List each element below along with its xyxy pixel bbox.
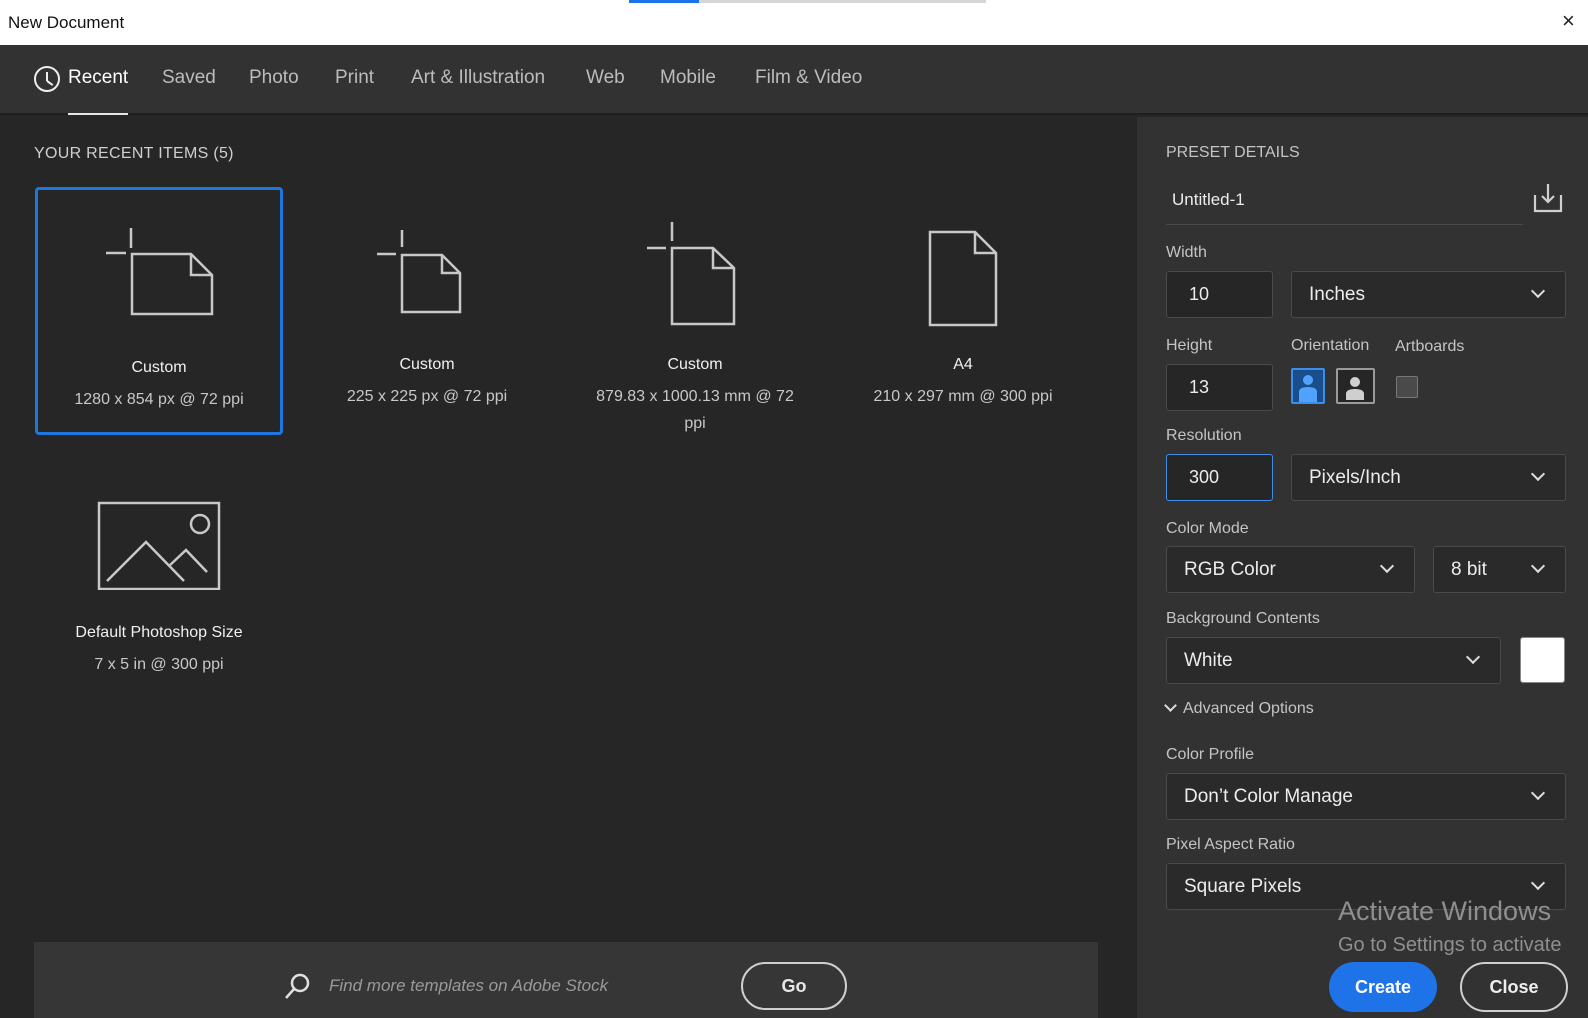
chevron-down-icon <box>1530 466 1546 482</box>
window-close-button[interactable]: × <box>1562 10 1575 32</box>
tab-mobile[interactable]: Mobile <box>660 67 716 115</box>
tab-film-video[interactable]: Film & Video <box>755 67 862 115</box>
artboards-checkbox[interactable] <box>1396 376 1418 398</box>
chevron-down-icon <box>1530 558 1546 574</box>
chevron-down-icon <box>1164 699 1177 712</box>
stock-search-bar: Find more templates on Adobe Stock Go <box>34 942 1098 1018</box>
color-profile-select[interactable]: Don’t Color Manage <box>1166 773 1566 820</box>
tab-print[interactable]: Print <box>335 67 374 115</box>
tab-art-illustration[interactable]: Art & Illustration <box>411 67 545 115</box>
orientation-label: Orientation <box>1291 337 1370 354</box>
title-bar: New Document × <box>0 0 1588 45</box>
tab-saved[interactable]: Saved <box>162 67 216 115</box>
color-mode-select[interactable]: RGB Color <box>1166 546 1415 593</box>
recent-item-dims: 225 x 225 px @ 72 ppi <box>346 388 508 405</box>
width-unit-select[interactable]: Inches <box>1291 271 1566 318</box>
recent-item-card[interactable]: Custom 1280 x 854 px @ 72 ppi <box>35 187 283 435</box>
height-label: Height <box>1166 337 1213 354</box>
landscape-person-icon <box>1346 377 1364 400</box>
activate-windows-hint: Go to Settings to activate <box>1338 934 1562 956</box>
recent-item-card[interactable]: Default Photoshop Size 7 x 5 in @ 300 pp… <box>35 455 283 703</box>
width-unit-value: Inches <box>1309 284 1365 305</box>
recent-items-title: YOUR RECENT ITEMS <box>34 145 209 162</box>
bit-depth-value: 8 bit <box>1451 559 1487 580</box>
category-tabs: Recent Saved Photo Print Art & Illustrat… <box>0 45 1588 115</box>
chevron-down-icon <box>1530 875 1546 891</box>
recent-item-dims: 879.83 x 1000.13 mm @ 72 ppi <box>596 388 794 432</box>
preset-details-heading: PRESET DETAILS <box>1166 144 1300 161</box>
clock-icon <box>34 66 60 92</box>
recent-item-dims: 210 x 297 mm @ 300 ppi <box>873 388 1053 405</box>
recent-items-count: (5) <box>213 145 234 162</box>
tab-web[interactable]: Web <box>586 67 625 115</box>
chevron-down-icon <box>1530 283 1546 299</box>
window-title: New Document <box>8 13 125 32</box>
custom-square-doc-icon <box>377 230 462 314</box>
create-button[interactable]: Create <box>1329 962 1437 1012</box>
stock-search-input[interactable]: Find more templates on Adobe Stock <box>329 976 608 996</box>
pixel-aspect-ratio-value: Square Pixels <box>1184 876 1302 897</box>
bit-depth-select[interactable]: 8 bit <box>1433 546 1566 593</box>
taskbar-active-indicator <box>629 0 699 3</box>
color-mode-label: Color Mode <box>1166 520 1249 537</box>
advanced-options-toggle[interactable]: Advanced Options <box>1164 699 1314 718</box>
height-input[interactable]: 13 <box>1166 364 1273 411</box>
recent-item-name: A4 <box>953 356 973 373</box>
recent-item-name: Default Photoshop Size <box>75 624 243 641</box>
go-button[interactable]: Go <box>741 962 847 1010</box>
color-profile-value: Don’t Color Manage <box>1184 786 1353 807</box>
recent-items-heading: YOUR RECENT ITEMS (5) <box>34 145 234 163</box>
preset-name-field[interactable]: Untitled-1 <box>1166 182 1523 225</box>
color-mode-value: RGB Color <box>1184 559 1276 580</box>
custom-portrait-doc-icon <box>647 222 736 326</box>
artboards-label: Artboards <box>1395 338 1465 355</box>
recent-item-name: Custom <box>667 356 723 373</box>
chevron-down-icon <box>1465 649 1481 665</box>
portrait-person-icon <box>1299 375 1317 402</box>
preset-details-panel: PRESET DETAILS Untitled-1 Width 10 Inche… <box>1137 117 1588 1018</box>
width-label: Width <box>1166 244 1207 261</box>
recent-item-dims: 7 x 5 in @ 300 ppi <box>94 656 224 673</box>
tab-photo[interactable]: Photo <box>249 67 299 115</box>
advanced-options-label: Advanced Options <box>1183 700 1314 717</box>
chevron-down-icon <box>1379 558 1395 574</box>
custom-landscape-doc-icon <box>106 228 214 316</box>
recent-item-card[interactable]: A4 210 x 297 mm @ 300 ppi <box>839 187 1087 435</box>
taskbar-strip <box>699 0 986 3</box>
save-preset-icon[interactable] <box>1533 183 1563 213</box>
recent-item-dims: 1280 x 854 px @ 72 ppi <box>74 391 244 408</box>
portrait-orientation-button[interactable] <box>1291 368 1325 404</box>
chevron-down-icon <box>1530 785 1546 801</box>
recent-item-card[interactable]: Custom 879.83 x 1000.13 mm @ 72 ppi <box>571 187 819 435</box>
color-profile-label: Color Profile <box>1166 746 1255 763</box>
search-icon <box>285 973 310 999</box>
background-color-swatch[interactable] <box>1520 637 1565 683</box>
resolution-unit-select[interactable]: Pixels/Inch <box>1291 454 1566 501</box>
resolution-label: Resolution <box>1166 427 1242 444</box>
portrait-doc-icon <box>928 230 998 327</box>
tab-recent[interactable]: Recent <box>68 67 129 115</box>
recent-item-card[interactable]: Custom 225 x 225 px @ 72 ppi <box>303 187 551 435</box>
activate-windows-watermark: Activate Windows <box>1338 896 1552 926</box>
background-contents-label: Background Contents <box>1166 610 1320 627</box>
pixel-aspect-ratio-label: Pixel Aspect Ratio <box>1166 836 1295 853</box>
recent-item-name: Custom <box>131 359 187 376</box>
resolution-unit-value: Pixels/Inch <box>1309 467 1401 488</box>
background-contents-value: White <box>1184 650 1233 671</box>
close-button[interactable]: Close <box>1460 962 1568 1012</box>
background-contents-select[interactable]: White <box>1166 637 1501 684</box>
width-input[interactable]: 10 <box>1166 271 1273 318</box>
image-icon <box>97 501 221 590</box>
recent-item-name: Custom <box>399 356 455 373</box>
resolution-input[interactable]: 300 <box>1166 454 1273 501</box>
landscape-orientation-button[interactable] <box>1336 368 1375 404</box>
